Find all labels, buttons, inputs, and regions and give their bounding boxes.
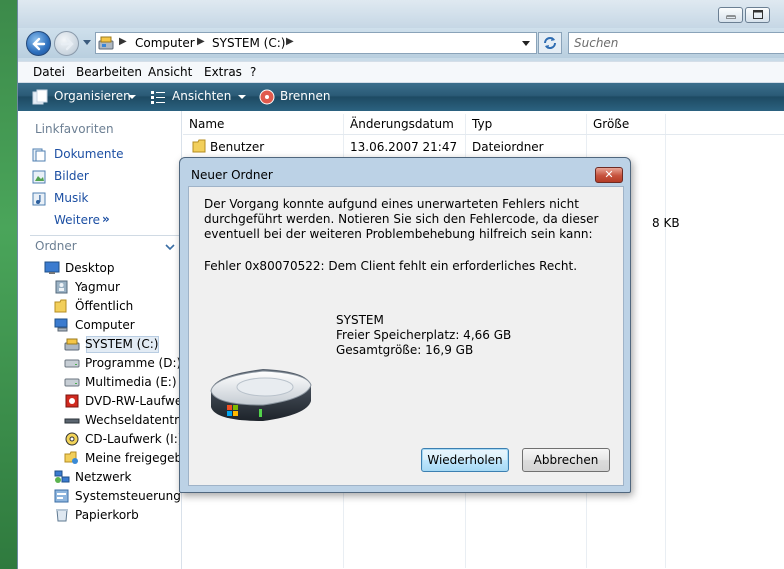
control-panel-icon	[54, 489, 70, 503]
refresh-button[interactable]	[538, 32, 562, 54]
total-size: Gesamtgröße: 16,9 GB	[336, 343, 474, 357]
menu-ansicht[interactable]: Ansicht	[148, 65, 192, 79]
burn-button[interactable]: Brennen	[280, 89, 330, 103]
views-icon	[150, 89, 166, 108]
menu-datei[interactable]: Datei	[33, 65, 65, 79]
tree-papierkorb[interactable]: Papierkorb	[75, 508, 139, 522]
tree-multimedia-e[interactable]: Multimedia (E:)	[85, 375, 177, 389]
favorite-musik[interactable]: Musik	[54, 191, 89, 205]
breadcrumb-separator[interactable]: ▶	[286, 36, 294, 47]
close-icon: ✕	[604, 168, 614, 182]
forward-button[interactable]	[54, 31, 79, 56]
navigation-pane: Linkfavoriten Dokumente Bilder Musik Wei…	[24, 111, 206, 569]
removable-drive-icon	[64, 413, 80, 427]
menu-bar: Datei Bearbeiten Ansicht Extras ?	[18, 61, 784, 83]
tree-desktop[interactable]: Desktop	[65, 261, 115, 275]
error-code: Fehler 0x80070522: Dem Client fehlt ein …	[204, 259, 578, 273]
arrow-left-icon	[32, 37, 46, 51]
organize-button[interactable]: Organisieren	[54, 89, 131, 103]
history-dropdown-icon[interactable]	[83, 40, 91, 45]
tree-dvd-rw[interactable]: DVD-RW-Laufwerk	[85, 394, 194, 408]
chevron-down-icon[interactable]	[165, 240, 175, 254]
tree-netzwerk[interactable]: Netzwerk	[75, 470, 131, 484]
dialog-close-button[interactable]: ✕	[595, 167, 623, 183]
divider	[30, 235, 182, 236]
shared-folder-icon	[64, 451, 80, 465]
tree-yagmur[interactable]: Yagmur	[75, 280, 120, 294]
views-dropdown-icon[interactable]	[238, 95, 246, 99]
column-header-date[interactable]: Änderungsdatum	[344, 114, 454, 134]
header-divider	[183, 134, 784, 135]
column-divider	[665, 114, 666, 568]
drive-icon	[98, 35, 114, 54]
folder-icon	[192, 139, 208, 156]
breadcrumb-separator[interactable]: ▶	[119, 36, 127, 47]
column-header-size[interactable]: Größe	[587, 114, 629, 134]
hard-drive-icon	[203, 365, 319, 430]
file-type: Dateiordner	[472, 140, 544, 154]
dialog-title: Neuer Ordner	[191, 168, 273, 182]
cd-drive-icon	[64, 432, 80, 446]
menu-help[interactable]: ?	[250, 65, 256, 79]
arrow-right-icon	[60, 37, 74, 51]
desktop-icon	[44, 261, 60, 275]
menu-bearbeiten[interactable]: Bearbeiten	[76, 65, 142, 79]
file-date: 13.06.2007 21:47	[350, 140, 458, 154]
navigation-bar: ▶ Computer ▶ SYSTEM (C:) ▶ Suchen	[18, 28, 784, 58]
favorites-more-link[interactable]: Weitere	[54, 213, 100, 227]
music-icon	[32, 192, 46, 206]
column-header-type[interactable]: Typ	[466, 114, 492, 134]
favorite-bilder[interactable]: Bilder	[54, 169, 89, 183]
file-size: 8 KB	[652, 216, 680, 230]
more-arrow-icon[interactable]: »	[102, 212, 110, 226]
folders-header[interactable]: Ordner	[35, 239, 77, 253]
system-drive-icon	[64, 337, 80, 351]
search-input[interactable]: Suchen	[568, 32, 784, 54]
file-name: Benutzer	[210, 140, 265, 154]
retry-button[interactable]: Wiederholen	[421, 448, 509, 472]
minimize-icon	[725, 8, 736, 22]
drive-icon	[64, 356, 80, 370]
burn-icon	[259, 89, 275, 108]
dvd-drive-icon	[64, 394, 80, 408]
views-button[interactable]: Ansichten	[172, 89, 231, 103]
favorites-header: Linkfavoriten	[35, 122, 114, 136]
back-button[interactable]	[26, 31, 51, 56]
breadcrumb-system-c[interactable]: SYSTEM (C:)	[212, 36, 285, 50]
column-header-name[interactable]: Name	[183, 114, 224, 134]
tree-programme-d[interactable]: Programme (D:)	[85, 356, 181, 370]
cancel-button[interactable]: Abbrechen	[522, 448, 610, 472]
organize-icon	[32, 89, 48, 108]
tree-computer[interactable]: Computer	[75, 318, 135, 332]
error-message: Der Vorgang konnte aufgund eines unerwar…	[204, 197, 599, 241]
tree-system-c[interactable]: SYSTEM (C:)	[85, 337, 158, 351]
organize-dropdown-icon[interactable]	[128, 95, 136, 99]
address-dropdown-icon[interactable]	[522, 41, 530, 46]
minimize-button[interactable]	[718, 7, 743, 23]
maximize-icon	[752, 8, 763, 22]
drive-icon	[64, 375, 80, 389]
maximize-button[interactable]	[745, 7, 770, 23]
breadcrumb-computer[interactable]: Computer	[135, 36, 195, 50]
favorite-dokumente[interactable]: Dokumente	[54, 147, 124, 161]
documents-icon	[32, 148, 46, 162]
tree-systemsteuerung[interactable]: Systemsteuerung	[75, 489, 181, 503]
drive-name: SYSTEM	[336, 313, 384, 327]
title-bar	[18, 0, 784, 28]
dialog-body: Der Vorgang konnte aufgund eines unerwar…	[188, 186, 624, 486]
command-bar: Organisieren Ansichten Brennen	[18, 83, 784, 111]
refresh-icon	[544, 37, 556, 49]
tree-oeffentlich[interactable]: Öffentlich	[75, 299, 133, 313]
error-dialog: Neuer Ordner ✕ Der Vorgang konnte aufgun…	[179, 157, 631, 493]
menu-extras[interactable]: Extras	[204, 65, 242, 79]
address-bar[interactable]: ▶ Computer ▶ SYSTEM (C:) ▶	[95, 32, 537, 54]
pictures-icon	[32, 170, 46, 184]
free-space: Freier Speicherplatz: 4,66 GB	[336, 328, 512, 342]
breadcrumb-separator[interactable]: ▶	[197, 36, 205, 47]
computer-icon	[54, 318, 70, 332]
network-icon	[54, 470, 70, 484]
public-folder-icon	[54, 299, 70, 313]
recycle-bin-icon	[54, 508, 70, 522]
user-folder-icon	[54, 280, 70, 294]
